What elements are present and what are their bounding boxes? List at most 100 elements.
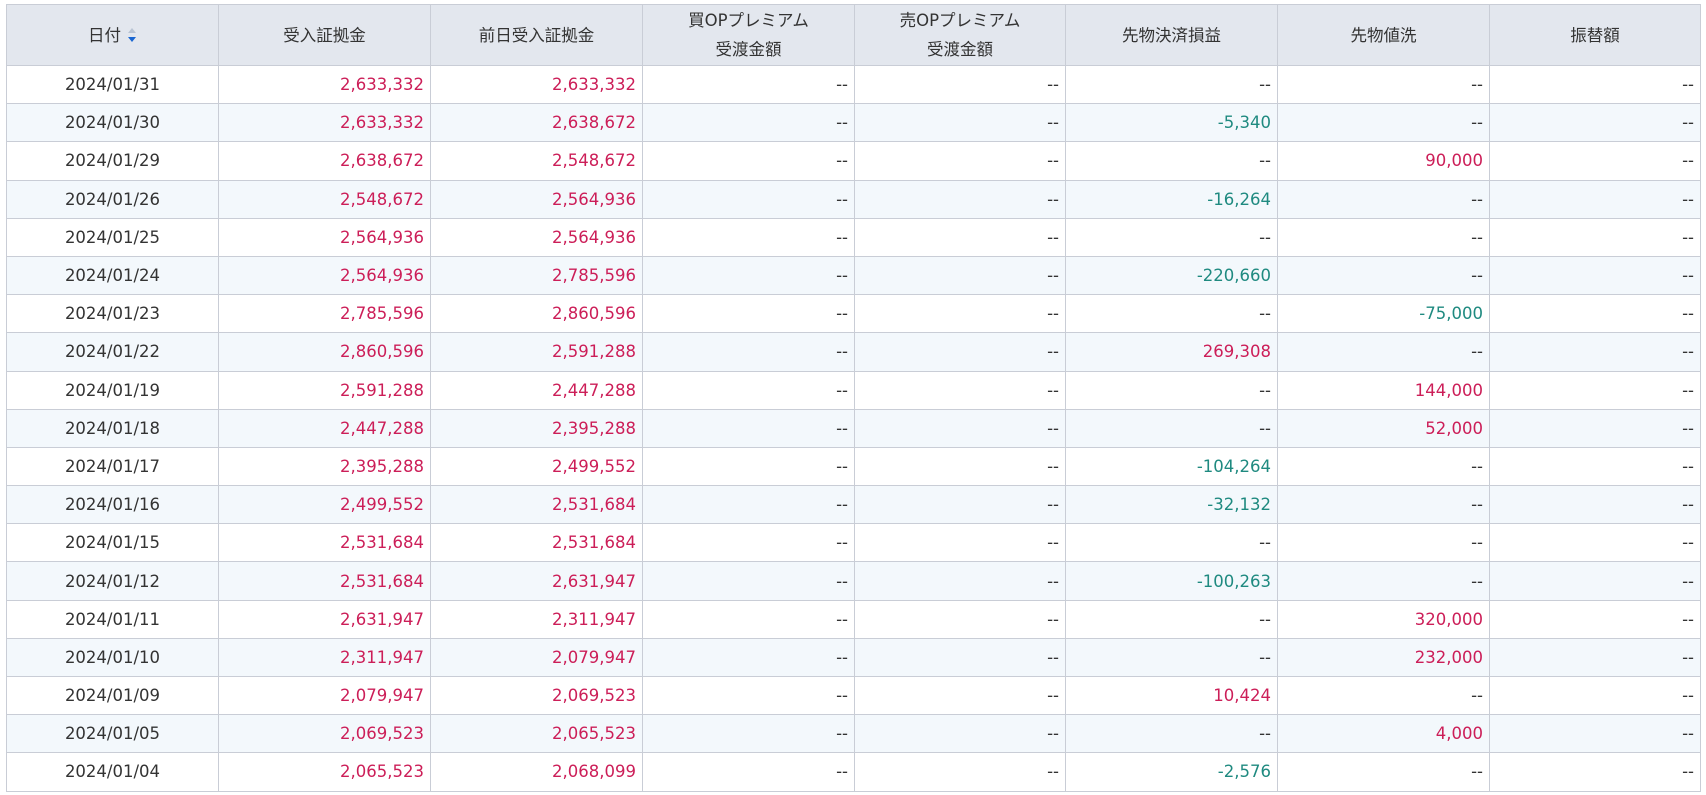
amount-cell: -- — [1489, 64, 1701, 105]
amount-cell: -- — [1277, 675, 1490, 716]
column-header-label: 売OPプレミアム — [899, 11, 1021, 30]
table-row: 2024/01/18 2,447,288 2,395,288 -- -- -- 52,000… — [6, 408, 1701, 448]
amount-cell: -- — [854, 714, 1066, 754]
amount-cell: -- — [1277, 64, 1490, 105]
date-cell: 2024/01/10 — [6, 637, 219, 678]
amount-cell: -- — [1065, 408, 1278, 448]
amount-cell: -- — [1489, 599, 1701, 639]
amount-cell: -- — [642, 103, 855, 143]
table-row: 2024/01/19 2,591,288 2,447,288 -- -- -- 144,00… — [6, 370, 1701, 410]
sort-desc-icon[interactable] — [127, 26, 137, 44]
amount-cell: 90,000 — [1277, 141, 1490, 181]
amount-cell: -104,264 — [1065, 446, 1278, 487]
column-header-6[interactable]: 先物値洗 — [1277, 4, 1490, 66]
amount-cell: 2,633,332 — [218, 103, 431, 143]
amount-cell: -- — [1277, 217, 1490, 257]
amount-cell: 2,548,672 — [218, 179, 431, 219]
amount-cell: 2,591,288 — [218, 370, 431, 410]
amount-cell: -16,264 — [1065, 179, 1278, 219]
amount-cell: 2,633,332 — [218, 64, 431, 105]
column-header-label: 買OPプレミアム — [688, 11, 809, 30]
column-header-7[interactable]: 振替額 — [1489, 4, 1701, 66]
amount-cell: 2,447,288 — [430, 370, 643, 410]
amount-cell: 2,564,936 — [218, 255, 431, 296]
column-header-1[interactable]: 受入証拠金 — [218, 4, 431, 66]
margin-history-table-container: 日付 受入証拠金 前日受入証拠金 買OPプレミアム 受渡金額 売OPプレミアム 受渡金額 先物… — [6, 4, 1701, 792]
amount-cell: 269,308 — [1065, 332, 1278, 372]
amount-cell: -- — [1489, 179, 1701, 219]
amount-cell: 2,065,523 — [430, 714, 643, 754]
amount-cell: -- — [854, 255, 1066, 296]
amount-cell: 2,311,947 — [218, 637, 431, 678]
column-header-label: 振替額 — [1570, 25, 1620, 45]
date-cell: 2024/01/29 — [6, 141, 219, 181]
amount-cell: -32,132 — [1065, 485, 1278, 525]
amount-cell: -- — [854, 141, 1066, 181]
amount-cell: 2,531,684 — [218, 561, 431, 601]
amount-cell: -- — [1277, 752, 1490, 792]
table-body: 2024/01/31 2,633,332 2,633,332 -- -- -- -- -- 20… — [6, 64, 1701, 792]
amount-cell: 2,395,288 — [218, 446, 431, 487]
amount-cell: -- — [1489, 485, 1701, 525]
amount-cell: 10,424 — [1065, 675, 1278, 716]
amount-cell: -- — [1489, 561, 1701, 601]
column-header-3[interactable]: 買OPプレミアム 受渡金額 — [642, 4, 855, 66]
amount-cell: -- — [1065, 637, 1278, 678]
amount-cell: -- — [1065, 599, 1278, 639]
amount-cell: -- — [1277, 485, 1490, 525]
column-header-label: 受入証拠金 — [283, 25, 366, 45]
amount-cell: -75,000 — [1277, 294, 1490, 334]
date-cell: 2024/01/04 — [6, 752, 219, 792]
amount-cell: 2,079,947 — [430, 637, 643, 678]
table-row: 2024/01/05 2,069,523 2,065,523 -- -- -- 4,000-… — [6, 714, 1701, 754]
amount-cell: 4,000 — [1277, 714, 1490, 754]
amount-cell: 2,638,672 — [218, 141, 431, 181]
column-header-label: 先物決済損益 — [1122, 25, 1221, 45]
header-row: 日付 受入証拠金 前日受入証拠金 買OPプレミアム 受渡金額 売OPプレミアム 受渡金額 先物… — [6, 4, 1701, 66]
amount-cell: -- — [1489, 332, 1701, 372]
amount-cell: -- — [1065, 141, 1278, 181]
amount-cell: -- — [1489, 103, 1701, 143]
amount-cell: -- — [642, 752, 855, 792]
amount-cell: 2,311,947 — [430, 599, 643, 639]
column-header-4[interactable]: 売OPプレミアム 受渡金額 — [854, 4, 1066, 66]
amount-cell: -- — [1065, 523, 1278, 563]
amount-cell: -- — [642, 217, 855, 257]
amount-cell: 2,079,947 — [218, 675, 431, 716]
amount-cell: -- — [1065, 370, 1278, 410]
amount-cell: -- — [642, 599, 855, 639]
column-header-label: 受渡金額 — [927, 40, 993, 59]
column-header-0[interactable]: 日付 — [6, 4, 219, 66]
amount-cell: -- — [1065, 714, 1278, 754]
amount-cell: -- — [1489, 217, 1701, 257]
date-cell: 2024/01/05 — [6, 714, 219, 754]
table-row: 2024/01/30 2,633,332 2,638,672 -- -- -5,340 --… — [6, 103, 1701, 143]
amount-cell: -- — [642, 485, 855, 525]
amount-cell: 2,564,936 — [218, 217, 431, 257]
amount-cell: -- — [854, 485, 1066, 525]
amount-cell: -- — [642, 141, 855, 181]
table-row: 2024/01/11 2,631,947 2,311,947 -- -- -- 320,00… — [6, 599, 1701, 639]
column-header-5[interactable]: 先物決済損益 — [1065, 4, 1278, 66]
amount-cell: -- — [642, 523, 855, 563]
amount-cell: 232,000 — [1277, 637, 1490, 678]
amount-cell: -- — [854, 370, 1066, 410]
amount-cell: 2,069,523 — [218, 714, 431, 754]
date-cell: 2024/01/18 — [6, 408, 219, 448]
amount-cell: -- — [1489, 141, 1701, 181]
date-cell: 2024/01/30 — [6, 103, 219, 143]
amount-cell: -- — [1489, 752, 1701, 792]
amount-cell: -- — [642, 332, 855, 372]
amount-cell: 52,000 — [1277, 408, 1490, 448]
amount-cell: -- — [854, 446, 1066, 487]
amount-cell: -- — [854, 599, 1066, 639]
amount-cell: 2,531,684 — [430, 485, 643, 525]
amount-cell: -- — [854, 294, 1066, 334]
amount-cell: -- — [1489, 446, 1701, 487]
margin-history-table: 日付 受入証拠金 前日受入証拠金 買OPプレミアム 受渡金額 売OPプレミアム 受渡金額 先物… — [6, 4, 1701, 792]
column-header-2[interactable]: 前日受入証拠金 — [430, 4, 643, 66]
amount-cell: -- — [854, 752, 1066, 792]
date-cell: 2024/01/31 — [6, 64, 219, 105]
table-row: 2024/01/17 2,395,288 2,499,552 -- -- -104,264… — [6, 446, 1701, 487]
amount-cell: -- — [1489, 370, 1701, 410]
